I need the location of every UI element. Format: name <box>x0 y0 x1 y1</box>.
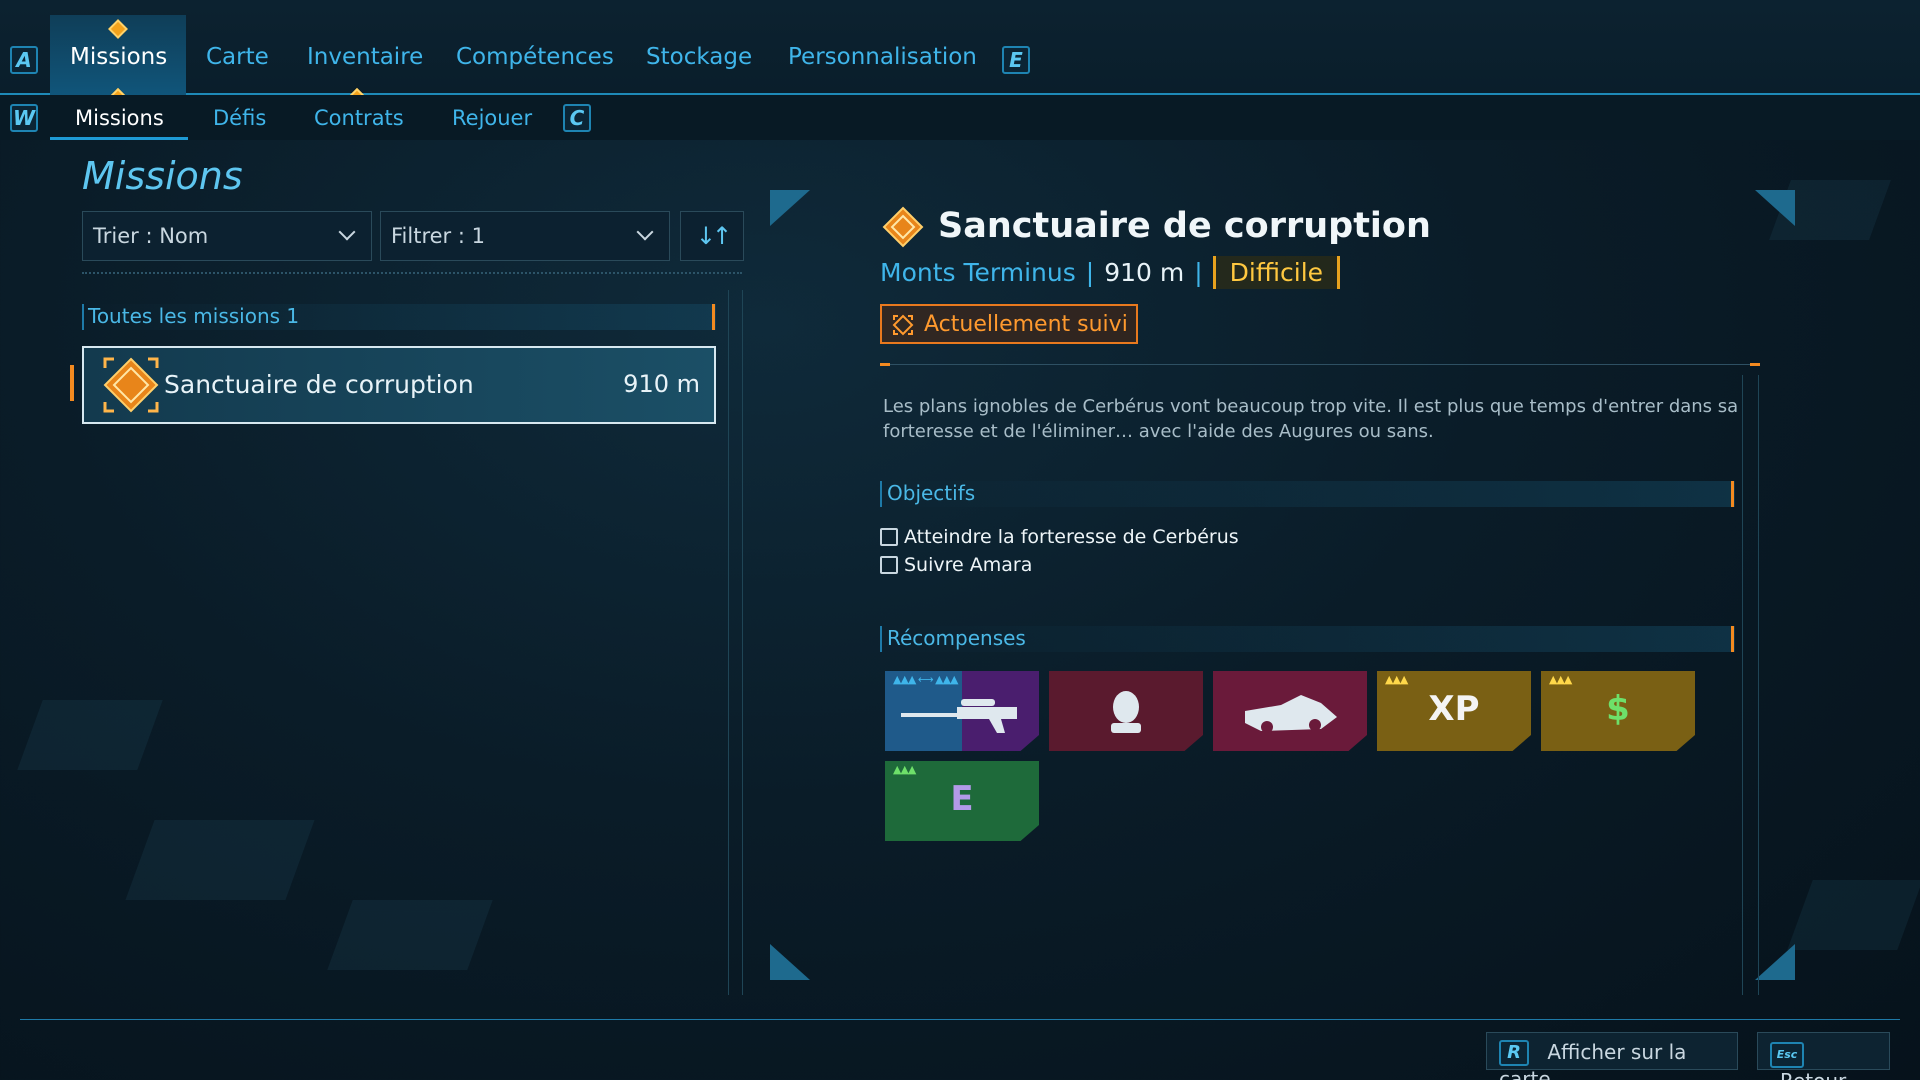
section-label-all-missions: Toutes les missions 1 <box>88 304 300 328</box>
mission-diamond-icon <box>882 206 924 248</box>
corner-decoration <box>770 190 810 226</box>
mission-distance: 910 m <box>623 370 700 398</box>
sub-navigation <box>0 95 1920 140</box>
footer-divider <box>20 1019 1900 1020</box>
section-header-objectives <box>880 481 1735 507</box>
chevron-down-icon <box>636 223 654 241</box>
tracked-status-badge: Actuellement suivi <box>880 304 1138 344</box>
objective-item: Atteindre la forteresse de Cerbérus <box>880 526 1239 548</box>
rarity-chevrons-icon: ▲▲▲ <box>893 763 916 776</box>
corner-decoration <box>1755 944 1795 980</box>
sort-dropdown[interactable]: Trier : Nom <box>82 211 372 261</box>
meta-separator: | <box>1194 258 1203 287</box>
mission-meta: Monts Terminus | 910 m | Difficile <box>880 256 1341 289</box>
selected-row-accent <box>70 365 74 401</box>
subtab-defis[interactable]: Défis <box>213 106 266 130</box>
section-bar <box>880 626 882 652</box>
key-hint-back: Esc <box>1770 1042 1804 1068</box>
objective-checkbox <box>880 556 898 574</box>
corner-decoration <box>1755 190 1795 226</box>
reward-xp[interactable]: ▲▲▲ XP <box>1377 671 1531 751</box>
tracking-icon <box>892 314 914 336</box>
show-on-map-button[interactable]: R Afficher sur la carte <box>1486 1032 1738 1080</box>
key-hint-map: R <box>1499 1040 1529 1066</box>
rarity-chevrons-icon: ▲▲▲ ⟷ ▲▲▲ <box>893 673 959 686</box>
sniper-rifle-icon <box>901 699 1017 733</box>
vehicle-icon <box>1245 695 1337 733</box>
background-shape <box>1787 880 1920 950</box>
chevron-down-icon <box>338 223 356 241</box>
divider <box>880 364 1760 365</box>
panel-divider <box>1742 375 1743 995</box>
section-bar <box>1731 626 1734 652</box>
objectives-label: Objectifs <box>887 481 976 505</box>
rarity-chevrons-icon: ▲▲▲ <box>1549 673 1572 686</box>
mission-location: Monts Terminus <box>880 258 1076 287</box>
key-hint-prev-tab[interactable]: A <box>10 46 38 74</box>
filter-label: Filtrer : 1 <box>391 224 485 248</box>
divider <box>82 272 742 274</box>
reward-cash[interactable]: ▲▲▲ $ <box>1541 671 1695 751</box>
section-bar <box>82 304 84 330</box>
subtab-contrats[interactable]: Contrats <box>314 106 404 130</box>
divider-accent <box>1750 363 1760 366</box>
tab-competences[interactable]: Compétences <box>456 44 614 70</box>
rarity-chevrons-icon: ▲▲▲ <box>1385 673 1408 686</box>
back-label: Retour <box>1780 1069 1846 1080</box>
background-shape <box>327 900 493 970</box>
mission-title: Sanctuaire de corruption <box>938 206 1431 246</box>
page-title: Missions <box>82 154 243 198</box>
cash-icon: $ <box>1606 689 1630 729</box>
tracked-label: Actuellement suivi <box>924 312 1128 337</box>
tab-carte[interactable]: Carte <box>206 44 269 70</box>
subtab-rejouer[interactable]: Rejouer <box>452 106 532 130</box>
mission-name: Sanctuaire de corruption <box>164 370 474 399</box>
mission-distance: 910 m <box>1104 258 1185 287</box>
mission-diamond-icon <box>103 357 159 413</box>
difficulty-badge: Difficile <box>1212 256 1341 289</box>
divider-accent <box>880 363 890 366</box>
subtab-missions[interactable]: Missions <box>75 106 164 130</box>
rewards-label: Récompenses <box>887 626 1026 650</box>
sort-order-icon: ↓↑ <box>695 222 732 250</box>
tab-missions[interactable]: Missions <box>70 44 167 70</box>
panel-divider <box>728 290 729 995</box>
tab-inventaire[interactable]: Inventaire <box>307 44 423 70</box>
tab-personnalisation[interactable]: Personnalisation <box>788 44 977 70</box>
section-bar <box>1731 481 1734 507</box>
key-hint-next-tab[interactable]: E <box>1002 46 1030 74</box>
objective-checkbox <box>880 528 898 546</box>
reward-weapon[interactable]: ▲▲▲ ⟷ ▲▲▲ <box>885 671 1039 751</box>
back-button[interactable]: Esc Retour <box>1757 1032 1890 1080</box>
background-shape <box>125 820 315 900</box>
objective-text: Atteindre la forteresse de Cerbérus <box>904 526 1239 548</box>
reward-vehicle[interactable] <box>1213 671 1367 751</box>
mission-list-item[interactable]: Sanctuaire de corruption 910 m <box>82 346 716 424</box>
filter-dropdown[interactable]: Filtrer : 1 <box>380 211 670 261</box>
panel-divider <box>742 290 743 995</box>
corner-decoration <box>770 944 810 980</box>
panel-divider <box>1758 375 1759 995</box>
meta-separator: | <box>1085 258 1095 287</box>
objective-text: Suivre Amara <box>904 554 1033 576</box>
active-subtab-underline <box>50 137 188 140</box>
key-hint-prev-subtab[interactable]: W <box>10 104 38 132</box>
xp-icon: XP <box>1428 689 1480 729</box>
reward-head[interactable] <box>1049 671 1203 751</box>
tab-stockage[interactable]: Stockage <box>646 44 752 70</box>
character-head-icon <box>1111 691 1141 733</box>
objective-item: Suivre Amara <box>880 554 1032 576</box>
sort-order-button[interactable]: ↓↑ <box>680 211 744 261</box>
key-hint-next-subtab[interactable]: C <box>563 104 591 132</box>
background-shape <box>17 700 163 770</box>
mission-description: Les plans ignobles de Cerbérus vont beau… <box>883 396 1739 442</box>
section-bar <box>712 304 715 330</box>
section-bar <box>880 481 882 507</box>
eridium-icon: E <box>950 779 974 819</box>
sort-label: Trier : Nom <box>93 224 209 248</box>
reward-eridium[interactable]: ▲▲▲ E <box>885 761 1039 841</box>
